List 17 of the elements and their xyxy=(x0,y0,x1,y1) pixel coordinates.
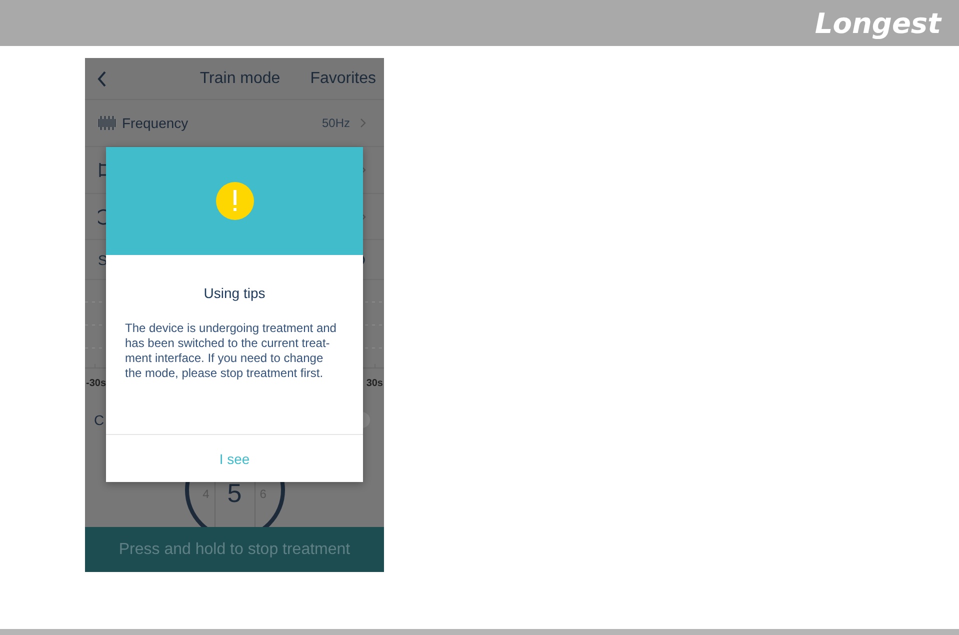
i-see-button[interactable]: I see xyxy=(106,434,363,482)
axis-label: 30s xyxy=(366,378,383,389)
setting-value: 50Hz xyxy=(322,116,350,130)
stop-treatment-button[interactable]: Press and hold to stop treatment xyxy=(85,527,384,572)
bracket-icon xyxy=(98,162,108,178)
dialog-title: Using tips xyxy=(202,285,266,301)
warning-icon xyxy=(216,182,254,220)
dialog-message: The device is undergoing treatment and has been switched to the current treat- ment interface. If you need to change the mode, please stop treatment first. xyxy=(124,321,338,381)
favorites-link[interactable]: Favorites xyxy=(310,70,376,88)
chevron-right-icon xyxy=(360,118,366,128)
setting-label: C xyxy=(94,412,104,428)
back-icon[interactable] xyxy=(97,70,107,86)
screen-title: Train mode xyxy=(200,70,280,88)
setting-label: Frequency xyxy=(122,115,188,131)
axis-label: -30s xyxy=(86,378,106,389)
logo: Longest xyxy=(814,6,941,40)
waveform-icon xyxy=(98,115,116,131)
